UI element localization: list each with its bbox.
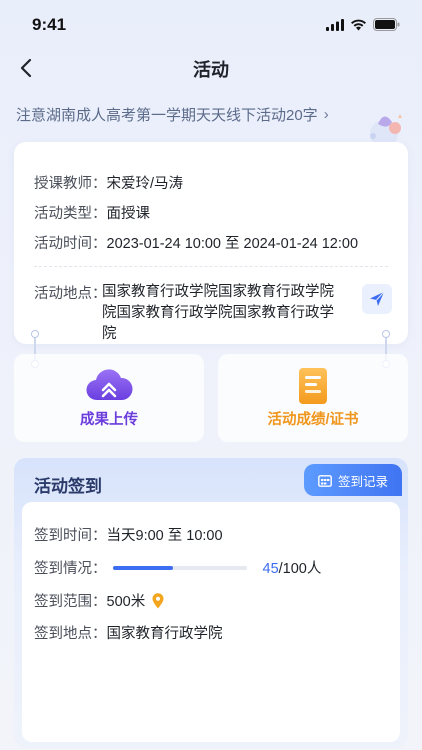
- navigate-button[interactable]: [362, 284, 392, 314]
- upload-results-button[interactable]: 成果上传: [14, 354, 204, 442]
- checkin-time-row: 签到时间： 当天9:00 至 10:00: [34, 524, 223, 545]
- send-icon: [370, 291, 385, 306]
- activity-info-card: 授课教师： 宋爱玲/马涛 活动类型： 面授课 活动时间： 2023-01-24 …: [14, 142, 408, 344]
- nav-bar: 活动: [0, 48, 422, 88]
- status-icons: [326, 18, 400, 31]
- type-value: 面授课: [106, 206, 151, 222]
- location-pin-icon: [152, 592, 164, 608]
- signal-icon: [326, 18, 344, 31]
- checkin-progress-fill: [112, 565, 173, 570]
- checkin-status-row: 签到情况： 45/100人: [34, 557, 321, 578]
- time-label: 活动时间：: [34, 236, 107, 252]
- checkin-section: 活动签到 签到记录 签到时间： 当天9:00 至 10:00 签到情况： 45/…: [14, 458, 408, 748]
- battery-icon: [373, 18, 400, 31]
- teacher-label: 授课教师：: [34, 176, 107, 192]
- scores-certificate-button[interactable]: 活动成绩/证书: [218, 354, 408, 442]
- checkin-time-label: 签到时间：: [34, 528, 107, 544]
- scores-certificate-label: 活动成绩/证书: [267, 412, 359, 428]
- chevron-right-icon: ›: [323, 106, 329, 123]
- status-time: 9:41: [32, 15, 67, 34]
- checkin-place-value: 国家教育行政学院: [106, 626, 223, 642]
- teacher-row: 授课教师： 宋爱玲/马涛: [34, 172, 183, 193]
- notice-text: 注意湖南成人高考第一学期天天线下活动20字: [16, 107, 318, 124]
- checkin-range-label: 签到范围：: [34, 594, 107, 610]
- checkin-progress-bar: [112, 565, 247, 570]
- connector-pin: [31, 330, 39, 338]
- checkin-range-row: 签到范围： 500米: [34, 590, 165, 611]
- checkin-record-button[interactable]: 签到记录: [304, 464, 402, 496]
- checkin-time-value: 当天9:00 至 10:00: [106, 528, 223, 544]
- address-label: 活动地点：: [34, 286, 107, 302]
- checkin-card: 签到时间： 当天9:00 至 10:00 签到情况： 45/100人 签到范围：…: [22, 502, 400, 742]
- wifi-icon: [351, 19, 366, 30]
- checkin-place-row: 签到地点： 国家教育行政学院: [34, 622, 223, 643]
- teacher-value: 宋爱玲/马涛: [106, 176, 184, 192]
- cloud-upload-icon: [86, 369, 133, 401]
- notice-link[interactable]: 注意湖南成人高考第一学期天天线下活动20字 ›: [16, 104, 362, 125]
- checkin-count-total: /100人: [278, 561, 322, 577]
- status-bar: 9:41: [0, 0, 422, 48]
- type-row: 活动类型： 面授课: [34, 202, 150, 223]
- upload-results-label: 成果上传: [80, 412, 138, 428]
- checkin-place-label: 签到地点：: [34, 626, 107, 642]
- checkin-count: 45/100人: [263, 557, 322, 578]
- divider: [34, 266, 388, 267]
- page-title: 活动: [193, 60, 229, 80]
- checkin-range-value: 500米: [106, 594, 146, 610]
- checkin-record-label: 签到记录: [337, 474, 388, 489]
- certificate-icon: [299, 368, 327, 404]
- connector-pin: [382, 330, 390, 338]
- checkin-title: 活动签到: [34, 477, 102, 496]
- time-value: 2023-01-24 10:00 至 2024-01-24 12:00: [106, 236, 359, 252]
- address-value: 国家教育行政学院国家教育行政学院院国家教育行政学院国家教育行政学院: [102, 284, 334, 342]
- calendar-icon: [318, 474, 332, 487]
- type-label: 活动类型：: [34, 206, 107, 222]
- checkin-count-number: 45: [262, 561, 279, 577]
- time-row: 活动时间： 2023-01-24 10:00 至 2024-01-24 12:0…: [34, 232, 358, 253]
- checkin-status-label: 签到情况：: [34, 561, 107, 577]
